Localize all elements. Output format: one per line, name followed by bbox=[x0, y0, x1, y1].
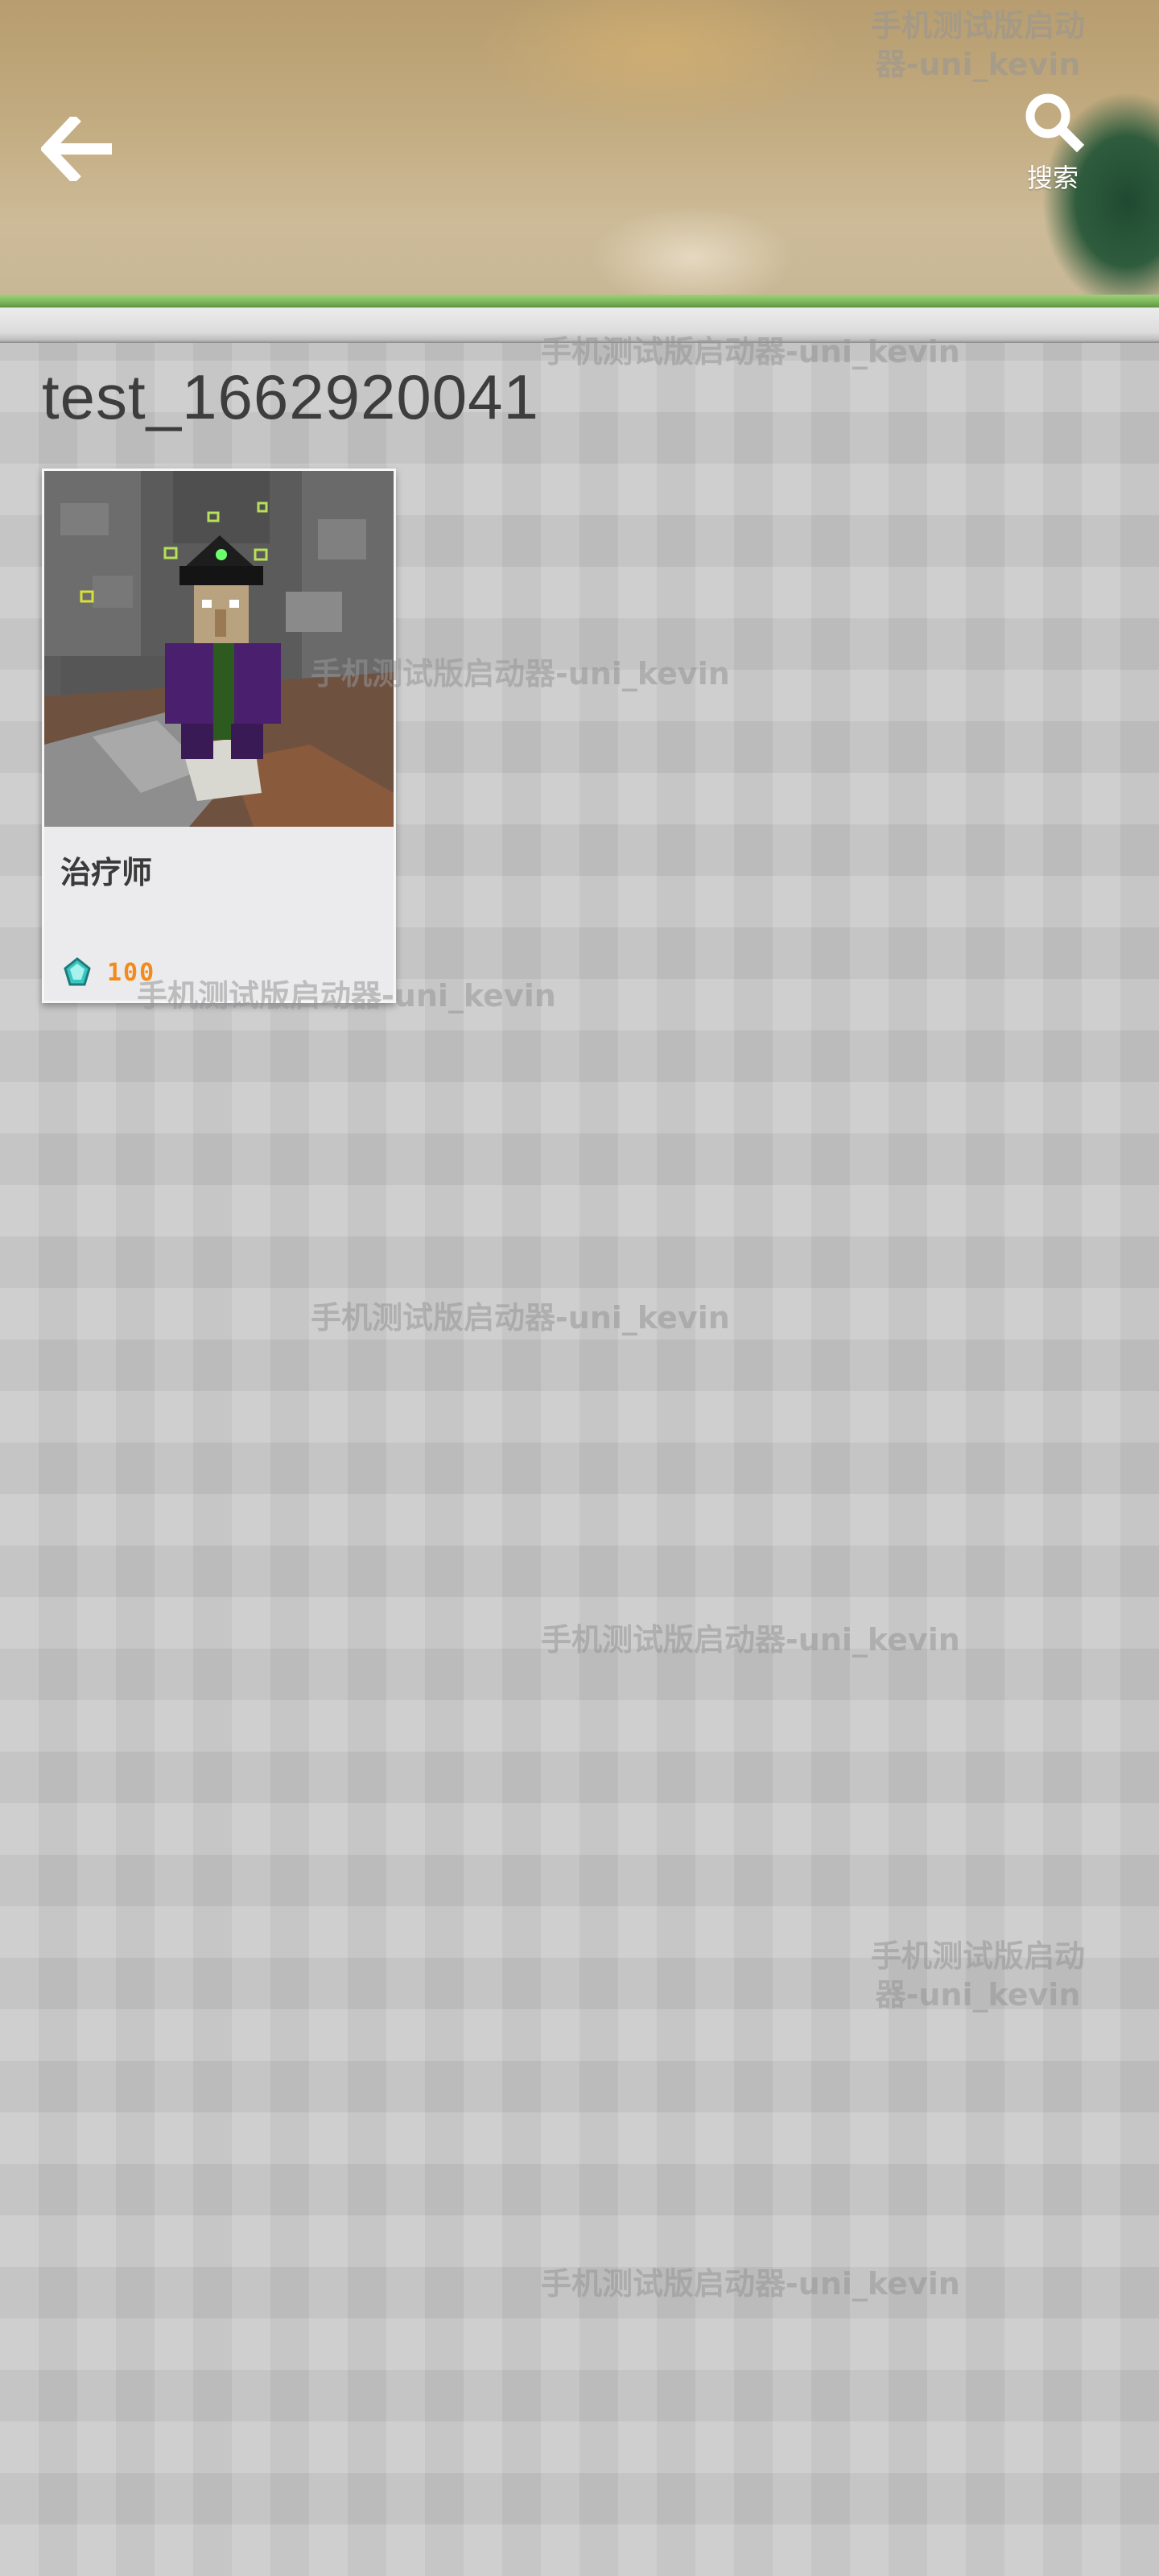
diamond-icon bbox=[64, 957, 91, 986]
back-arrow-icon bbox=[41, 117, 112, 181]
header-banner bbox=[0, 0, 1159, 296]
search-label: 搜索 bbox=[1026, 163, 1079, 192]
watermark: 手机测试版启动器-uni_kevin bbox=[311, 1300, 730, 1335]
card-thumbnail bbox=[44, 471, 394, 827]
item-card[interactable]: 治疗师 100 bbox=[42, 469, 396, 1003]
price-value: 100 bbox=[107, 958, 156, 987]
card-title: 治疗师 bbox=[60, 857, 153, 890]
header-shadow-bar bbox=[0, 308, 1159, 343]
watermark: 手机测试版启动器-uni_kevin bbox=[541, 1622, 960, 1657]
header-divider bbox=[0, 295, 1159, 308]
watermark-right: 手机测试版启动 器-uni_kevin bbox=[871, 1938, 1086, 2013]
back-button[interactable] bbox=[35, 105, 124, 193]
page-title: test_1662920041 bbox=[42, 361, 539, 432]
watermark: 手机测试版启动器-uni_kevin bbox=[541, 2266, 960, 2301]
card-price: 100 bbox=[62, 957, 155, 988]
search-button[interactable]: 搜索 bbox=[1004, 89, 1101, 209]
search-icon bbox=[1025, 93, 1085, 153]
